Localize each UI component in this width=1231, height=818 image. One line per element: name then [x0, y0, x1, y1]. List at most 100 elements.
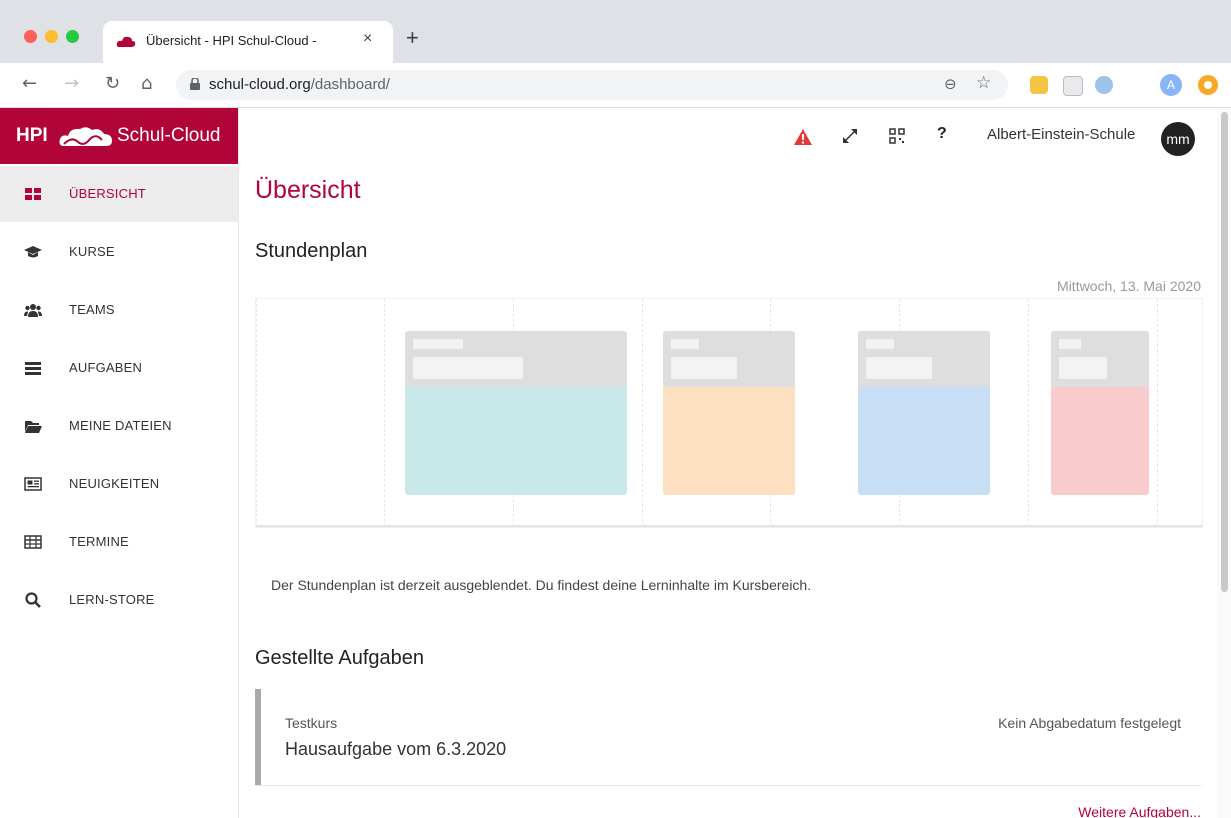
lesson-card-body — [663, 387, 795, 495]
lock-icon — [190, 78, 200, 90]
task-due: Kein Abgabedatum festgelegt — [998, 715, 1181, 731]
lesson-placeholder-bar — [866, 357, 932, 379]
browser-window: Übersicht - HPI Schul-Cloud - × + ← → ↻ … — [0, 0, 1231, 818]
sidebar-item-label: TEAMS — [69, 302, 115, 317]
lesson-placeholder-bar — [413, 339, 463, 349]
brand-prefix: HPI — [16, 125, 48, 146]
lesson-card-body — [1051, 387, 1149, 495]
orange-extension-icon[interactable] — [1198, 75, 1218, 95]
sidebar-item-neuigkeiten[interactable]: NEUIGKEITEN — [0, 456, 238, 512]
task-item[interactable]: Testkurs Hausaufgabe vom 6.3.2020 Kein A… — [255, 689, 1201, 786]
lesson-card[interactable] — [1051, 331, 1149, 495]
lesson-card-header — [663, 331, 795, 387]
browser-toolbar: ← → ↻ ⌂ schul-cloud.org/dashboard/ ⊖ ☆ A — [0, 63, 1231, 108]
lesson-placeholder-bar — [866, 339, 894, 349]
brand-name: Schul-Cloud — [117, 125, 221, 146]
close-window-button[interactable] — [24, 30, 37, 43]
school-name[interactable]: Albert-Einstein-Schule — [987, 126, 1135, 143]
url-path: /dashboard/ — [310, 76, 390, 93]
globe-extension-icon[interactable] — [1095, 76, 1113, 94]
timetable-gridline — [256, 299, 257, 527]
sidebar-item-label: ÜBERSICHT — [69, 186, 146, 201]
url-host: schul-cloud.org — [209, 76, 311, 93]
lesson-card[interactable] — [858, 331, 990, 495]
sidebar-item-teams[interactable]: TEAMS — [0, 282, 238, 338]
lock-extension-icon[interactable] — [1030, 76, 1048, 94]
sidebar-item-label: NEUIGKEITEN — [69, 476, 160, 491]
timetable-gridline — [1157, 299, 1158, 527]
timetable-gridline — [642, 299, 643, 527]
lesson-card[interactable] — [405, 331, 627, 495]
back-arrow-icon[interactable]: ← — [22, 73, 37, 94]
folder-icon — [25, 421, 42, 433]
lesson-card-body — [405, 387, 627, 495]
main-content: ? Albert-Einstein-Schule mm Übersicht St… — [239, 108, 1217, 818]
qr-code-icon[interactable] — [889, 128, 905, 144]
minimize-window-button[interactable] — [45, 30, 58, 43]
newspaper-icon — [24, 477, 42, 491]
lesson-card[interactable] — [663, 331, 795, 495]
timetable-gridline — [384, 299, 385, 527]
home-icon[interactable]: ⌂ — [141, 73, 152, 94]
warning-icon[interactable] — [793, 128, 813, 146]
timetable-gridline — [1028, 299, 1029, 527]
address-bar[interactable]: schul-cloud.org/dashboard/ ⊖ ☆ — [176, 70, 1008, 100]
calendar-icon — [24, 535, 42, 549]
cloud-logo-icon — [59, 127, 112, 146]
help-icon[interactable]: ? — [937, 125, 947, 143]
sidebar-item-label: LERN-STORE — [69, 592, 155, 607]
lesson-placeholder-bar — [1059, 339, 1081, 349]
tab-title: Übersicht - HPI Schul-Cloud - — [146, 33, 317, 48]
tasks-heading: Gestellte Aufgaben — [255, 647, 425, 669]
url-text: schul-cloud.org/dashboard/ — [209, 76, 390, 93]
page-extension-icon[interactable] — [1063, 76, 1083, 96]
maximize-window-button[interactable] — [66, 30, 79, 43]
scrollbar-thumb[interactable] — [1221, 112, 1228, 592]
profile-avatar[interactable]: A — [1160, 74, 1182, 96]
timetable — [255, 298, 1203, 528]
browser-tab[interactable]: Übersicht - HPI Schul-Cloud - × — [103, 21, 393, 63]
lesson-card-header — [858, 331, 990, 387]
lesson-card-body — [858, 387, 990, 495]
users-icon — [24, 304, 42, 317]
scrollbar[interactable] — [1217, 108, 1231, 818]
zoom-icon[interactable]: ⊖ — [944, 75, 957, 93]
forward-arrow-icon[interactable]: → — [64, 73, 79, 94]
sidebar-item-label: TERMINE — [69, 534, 129, 549]
tab-close-button[interactable]: × — [363, 30, 372, 48]
search-icon — [25, 592, 41, 608]
lesson-card-header — [405, 331, 627, 387]
reload-icon[interactable]: ↻ — [105, 73, 120, 94]
tasks-icon — [25, 362, 41, 375]
task-name: Hausaufgabe vom 6.3.2020 — [285, 739, 507, 759]
sidebar-item-label: MEINE DATEIEN — [69, 418, 172, 433]
lesson-placeholder-bar — [671, 339, 699, 349]
lesson-card-header — [1051, 331, 1149, 387]
cloud-favicon-icon — [116, 36, 136, 47]
tab-strip: Übersicht - HPI Schul-Cloud - × + — [0, 0, 1231, 63]
page-title: Übersicht — [255, 176, 361, 204]
lesson-placeholder-bar — [1059, 357, 1107, 379]
user-avatar[interactable]: mm — [1161, 122, 1195, 156]
brand-logo[interactable]: HPI Schul-Cloud — [0, 108, 238, 164]
new-tab-button[interactable]: + — [406, 25, 419, 51]
sidebar: HPI Schul-Cloud ÜBERSICHT KURSE TEAMS AU… — [0, 108, 239, 818]
sidebar-item-meine-dateien[interactable]: MEINE DATEIEN — [0, 398, 238, 454]
timetable-date: Mittwoch, 13. Mai 2020 — [1057, 278, 1201, 294]
dashboard-icon — [25, 188, 41, 200]
more-tasks-link[interactable]: Weitere Aufgaben... — [1078, 804, 1201, 818]
sidebar-item-aufgaben[interactable]: AUFGABEN — [0, 340, 238, 396]
task-accent-bar — [255, 689, 261, 785]
timetable-hint: Der Stundenplan ist derzeit ausgeblendet… — [271, 577, 812, 593]
sidebar-item-uebersicht[interactable]: ÜBERSICHT — [0, 166, 238, 222]
sidebar-item-label: KURSE — [69, 244, 115, 259]
sidebar-item-lern-store[interactable]: LERN-STORE — [0, 572, 238, 628]
lesson-placeholder-bar — [413, 357, 523, 379]
lesson-placeholder-bar — [671, 357, 737, 379]
fullscreen-icon[interactable] — [842, 128, 858, 144]
graduation-cap-icon — [24, 246, 42, 258]
bookmark-star-icon[interactable]: ☆ — [976, 73, 991, 93]
sidebar-item-kurse[interactable]: KURSE — [0, 224, 238, 280]
timetable-heading: Stundenplan — [255, 240, 368, 262]
sidebar-item-termine[interactable]: TERMINE — [0, 514, 238, 570]
